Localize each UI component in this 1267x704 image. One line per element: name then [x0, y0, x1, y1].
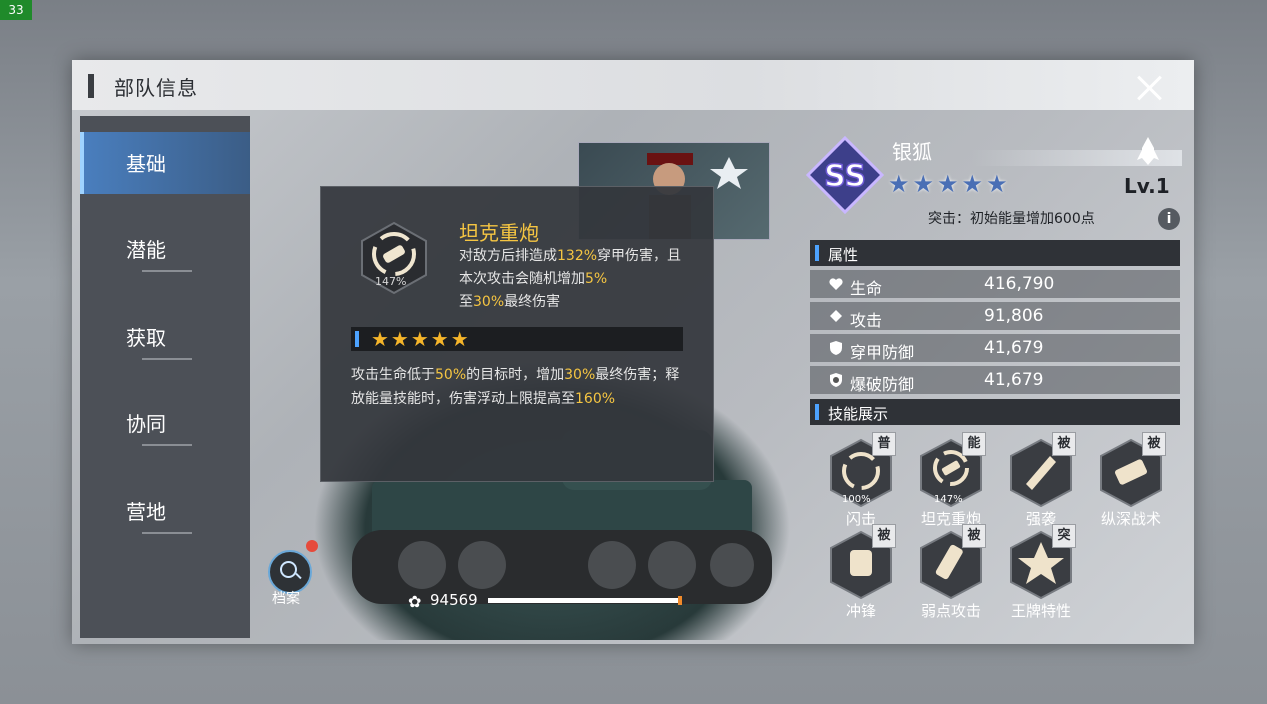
section-title: 技能展示 [828, 405, 889, 423]
window-title: 部队信息 [114, 76, 198, 100]
stat-value: 41,679 [984, 370, 1044, 390]
sidebar-item-label: 获取 [126, 326, 166, 350]
skill-type-tag: 被 [872, 524, 896, 548]
breakthrough-text: 突击：初始能量增加600点 [928, 211, 1095, 227]
desc-text: 对敌方后排造成 [459, 248, 557, 264]
skill-name: 坦克重炮 [459, 221, 539, 245]
stat-label: 爆破防御 [850, 375, 915, 394]
skill-star-bar: ★★★★★ [351, 327, 683, 351]
power-value: 94569 [430, 591, 478, 609]
skill-type-tag: 突 [1052, 524, 1076, 548]
sidebar-item-label: 协同 [126, 412, 166, 436]
desc-text: 攻击生命低于 [351, 367, 435, 383]
desc-text: 最终伤害 [504, 294, 561, 310]
divider [142, 358, 192, 360]
desc-highlight: 5% [585, 271, 608, 287]
skill-icon-percent: 147% [375, 275, 407, 288]
magnifier-icon [280, 561, 297, 578]
section-accent [815, 245, 819, 261]
skill-heavy-cannon[interactable]: 147% 能 坦克重炮 [914, 432, 988, 528]
dossier-label: 档案 [272, 591, 300, 607]
skill-percent: 100% [842, 494, 871, 505]
title-accent [88, 74, 94, 98]
stat-row-armor-defense: 穿甲防御 41,679 [810, 334, 1180, 362]
sidebar-item-basic[interactable]: 基础 [80, 132, 250, 194]
section-accent [815, 404, 819, 420]
sidebar-item-camp[interactable]: 营地 [80, 480, 250, 542]
info-button[interactable]: i [1158, 208, 1180, 230]
skill-type-tag: 被 [962, 524, 986, 548]
desc-highlight: 160% [575, 391, 616, 407]
sidebar-item-label: 营地 [126, 500, 166, 524]
skill-type-tag: 被 [1142, 432, 1166, 456]
sidebar-item-label: 基础 [126, 152, 166, 176]
desc-text: 的目标时，增加 [466, 367, 565, 383]
stat-value: 416,790 [984, 274, 1055, 294]
heart-icon [829, 278, 843, 290]
sidebar-item-label: 潜能 [126, 238, 166, 262]
fps-counter: 33 [0, 0, 32, 20]
sidebar-item-potential[interactable]: 潜能 [80, 218, 250, 280]
blast-shield-icon [830, 373, 842, 387]
skill-assault[interactable]: 被 强袭 [1004, 432, 1078, 528]
desc-highlight: 30% [473, 294, 505, 310]
attack-icon [830, 310, 842, 322]
skill-tooltip: 147% 坦克重炮 对敌方后排造成132%穿甲伤害，且本次攻击会随机增加5% 至3… [320, 186, 714, 482]
unit-name: 银狐 [892, 140, 932, 164]
divider [142, 270, 192, 272]
desc-highlight: 30% [564, 367, 596, 383]
power-bar [488, 596, 682, 605]
skill-ace-trait[interactable]: 突 王牌特性 [1004, 524, 1078, 620]
skill-charge[interactable]: 被 冲锋 [824, 524, 898, 620]
skill-percent: 147% [934, 494, 963, 505]
desc-highlight: 50% [435, 367, 467, 383]
unit-info-window: 部队信息 基础 潜能 获取 协同 营地 147% 坦克重炮 对敌方后排造成132… [72, 60, 1194, 644]
sidebar-item-obtain[interactable]: 获取 [80, 306, 250, 368]
skill-type-tag: 能 [962, 432, 986, 456]
unit-level: Lv.1 [1124, 174, 1170, 198]
divider [142, 532, 192, 534]
skill-stars: ★★★★★ [371, 327, 471, 351]
grade-text: SS [824, 159, 866, 194]
sidebar-item-synergy[interactable]: 协同 [80, 392, 250, 454]
skill-description: 对敌方后排造成132%穿甲伤害，且本次攻击会随机增加5% 至30%最终伤害 [459, 245, 689, 314]
skill-type-tag: 普 [872, 432, 896, 456]
skill-label: 纵深战术 [1100, 510, 1161, 528]
stat-value: 91,806 [984, 306, 1044, 326]
divider [142, 444, 192, 446]
skill-upgrade-description: 攻击生命低于50%的目标时，增加30%最终伤害；释放能量技能时，伤害浮动上限提高… [351, 363, 681, 411]
desc-highlight: 132% [557, 248, 598, 264]
skill-deep-tactics[interactable]: 被 纵深战术 [1094, 432, 1168, 528]
sidebar: 基础 潜能 获取 协同 营地 [80, 116, 250, 638]
gear-icon: ✿ [408, 592, 422, 611]
skills-header: 技能展示 [810, 399, 1180, 425]
notification-dot [306, 540, 318, 552]
stat-label: 穿甲防御 [850, 343, 915, 362]
section-accent [355, 331, 359, 347]
skill-type-tag: 被 [1052, 432, 1076, 456]
skill-blitz[interactable]: 100% 普 闪击 [824, 432, 898, 528]
title-bar: 部队信息 [72, 60, 1194, 110]
stat-row-attack: 攻击 91,806 [810, 302, 1180, 330]
grade-badge: SS [806, 136, 884, 214]
stat-label: 生命 [850, 279, 883, 298]
role-icon [1137, 137, 1159, 165]
skill-label: 王牌特性 [1010, 602, 1071, 620]
skill-weak-point-attack[interactable]: 被 弱点攻击 [914, 524, 988, 620]
close-button[interactable] [1132, 72, 1166, 106]
stat-label: 攻击 [850, 311, 883, 330]
attributes-header: 属性 [810, 240, 1180, 266]
stat-row-hp: 生命 416,790 [810, 270, 1180, 298]
armor-shield-icon [830, 341, 842, 355]
desc-text: 至 [459, 294, 473, 310]
stat-row-blast-defense: 爆破防御 41,679 [810, 366, 1180, 394]
unit-stars: ★★★★★ [888, 170, 1011, 198]
section-title: 属性 [828, 246, 859, 264]
stat-value: 41,679 [984, 338, 1044, 358]
